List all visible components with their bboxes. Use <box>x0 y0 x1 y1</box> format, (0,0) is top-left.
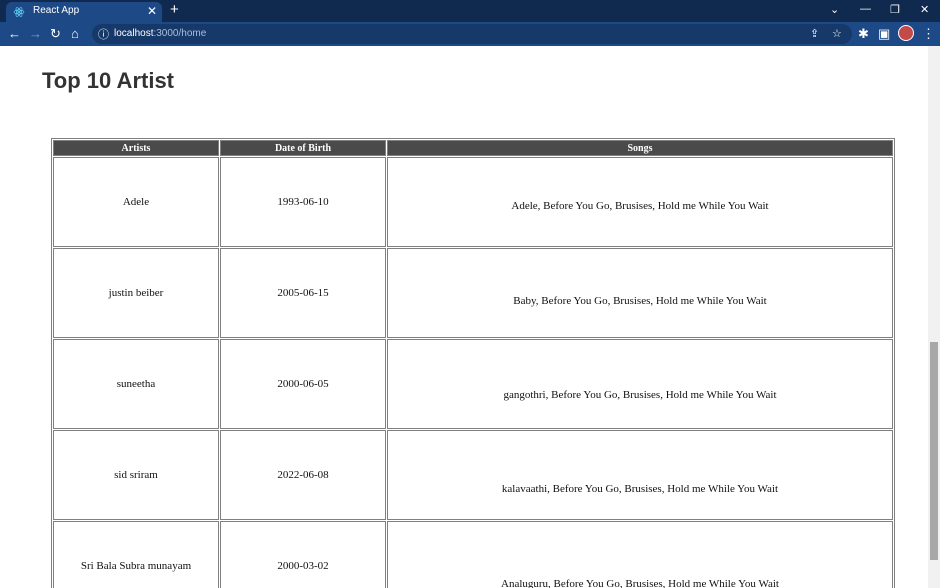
url-host: localhost <box>114 28 154 39</box>
songs-text: Baby, Before You Go, Brusises, Hold me W… <box>513 295 767 307</box>
table-row: Sri Bala Subra munayam 2000-03-02 Analug… <box>53 521 893 588</box>
songs-text: kalavaathi, Before You Go, Brusises, Hol… <box>501 483 779 495</box>
songs-text: gangothri, Before You Go, Brusises, Hold… <box>503 389 777 401</box>
dob-cell: 1993-06-10 <box>220 157 386 247</box>
react-logo-icon <box>13 7 25 17</box>
info-icon[interactable]: ⓘ <box>98 26 109 42</box>
new-tab-icon[interactable]: + <box>170 2 179 18</box>
kebab-menu-icon[interactable]: ⋮ <box>922 26 935 42</box>
url-path: :3000/home <box>153 28 207 39</box>
tab-close-icon[interactable]: ✕ <box>147 4 157 18</box>
reload-icon[interactable]: ↻ <box>50 26 61 42</box>
artist-cell: suneetha <box>53 339 219 429</box>
scrollbar-thumb[interactable] <box>930 342 938 560</box>
artist-cell: Adele <box>53 157 219 247</box>
tab-title: React App <box>33 5 80 16</box>
table-row: sid sriram 2022-06-08 kalavaathi, Before… <box>53 430 893 520</box>
restore-icon[interactable]: ❐ <box>890 3 900 16</box>
column-header-date-of-birth: Date of Birth <box>220 140 386 156</box>
puzzle-icon[interactable]: ✱ <box>858 26 869 42</box>
column-header-songs: Songs <box>387 140 893 156</box>
forward-arrow-icon[interactable]: → <box>29 26 42 42</box>
url-text[interactable]: localhost:3000/home <box>114 28 206 39</box>
artist-cell: justin beiber <box>53 248 219 338</box>
side-panel-icon[interactable]: ▣ <box>878 26 890 42</box>
page-title: Top 10 Artist <box>42 68 175 93</box>
address-bar[interactable]: ⓘ localhost:3000/home ⇪ ☆ <box>92 24 852 44</box>
artists-table: Artists Date of Birth Songs Adele 1993-0… <box>51 138 895 588</box>
home-icon[interactable]: ⌂ <box>71 26 79 42</box>
songs-text: Analuguru, Before You Go, Brusises, Hold… <box>501 578 779 588</box>
page-viewport: Top 10 Artist Artists Date of Birth Song… <box>0 46 928 588</box>
tab-search-icon[interactable]: ⌄ <box>830 3 839 16</box>
table-row: suneetha 2000-06-05 gangothri, Before Yo… <box>53 339 893 429</box>
table-header-row: Artists Date of Birth Songs <box>53 140 893 156</box>
browser-toolbar: ← → ↻ ⌂ ⓘ localhost:3000/home ⇪ ☆ ✱ ▣ ⋮ <box>0 22 940 46</box>
dob-cell: 2000-06-05 <box>220 339 386 429</box>
songs-cell: Baby, Before You Go, Brusises, Hold me W… <box>387 248 893 338</box>
share-icon[interactable]: ⇪ <box>810 27 819 40</box>
table-row: justin beiber 2005-06-15 Baby, Before Yo… <box>53 248 893 338</box>
dob-cell: 2000-03-02 <box>220 521 386 588</box>
songs-cell: kalavaathi, Before You Go, Brusises, Hol… <box>387 430 893 520</box>
songs-cell: Adele, Before You Go, Brusises, Hold me … <box>387 157 893 247</box>
songs-cell: gangothri, Before You Go, Brusises, Hold… <box>387 339 893 429</box>
minimize-icon[interactable]: — <box>860 3 871 15</box>
songs-cell: Analuguru, Before You Go, Brusises, Hold… <box>387 521 893 588</box>
artist-cell: sid sriram <box>53 430 219 520</box>
page-scrollbar[interactable] <box>928 46 940 588</box>
star-icon[interactable]: ☆ <box>832 27 842 40</box>
close-window-icon[interactable]: ✕ <box>920 3 929 16</box>
browser-titlebar: React App ✕ + ⌄ — ❐ ✕ <box>0 0 940 22</box>
artist-cell: Sri Bala Subra munayam <box>53 521 219 588</box>
back-arrow-icon[interactable]: ← <box>8 26 21 42</box>
dob-cell: 2022-06-08 <box>220 430 386 520</box>
browser-tab[interactable]: React App ✕ <box>6 2 162 22</box>
dob-cell: 2005-06-15 <box>220 248 386 338</box>
songs-text: Adele, Before You Go, Brusises, Hold me … <box>511 200 769 212</box>
avatar[interactable] <box>898 25 914 41</box>
column-header-artists: Artists <box>53 140 219 156</box>
table-row: Adele 1993-06-10 Adele, Before You Go, B… <box>53 157 893 247</box>
